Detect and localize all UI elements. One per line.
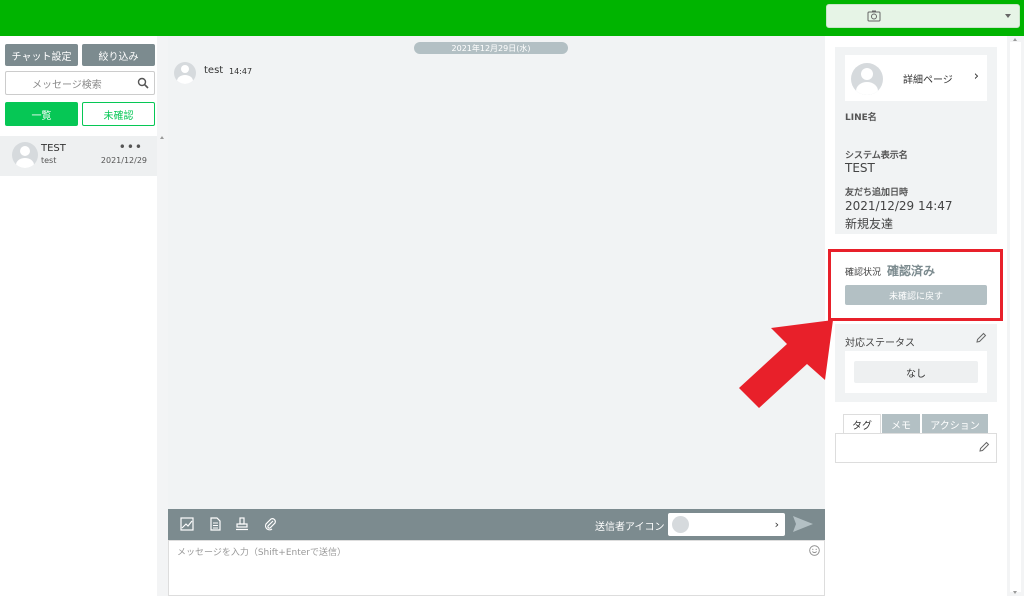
caret-down-icon (1005, 14, 1011, 18)
top-bar (0, 0, 1024, 36)
avatar (174, 62, 196, 84)
tab-all[interactable]: 一覧 (5, 102, 78, 126)
line-name-label: LINE名 (845, 113, 877, 123)
tag-panel (835, 433, 997, 463)
tab-memo[interactable]: メモ (882, 414, 920, 434)
message-input[interactable]: メッセージを入力（Shift+Enterで送信） (168, 540, 825, 596)
right-scrollbar[interactable] (1007, 36, 1024, 596)
user-name: TEST (41, 143, 66, 154)
scroll-down-icon[interactable] (1013, 591, 1017, 594)
avatar (851, 63, 883, 95)
scrollbar-thumb[interactable] (1010, 42, 1021, 592)
response-status-box: なし (845, 351, 987, 393)
sender-icon-select[interactable]: › (668, 513, 785, 536)
response-status-card: 対応ステータス なし (835, 324, 997, 402)
user-date: 2021/12/29 (100, 156, 147, 165)
system-name-value: TEST (845, 161, 875, 175)
friend-type: 新規友達 (845, 217, 894, 231)
response-status-value[interactable]: なし (854, 361, 978, 383)
account-select[interactable] (826, 4, 1020, 28)
profile-card: 詳細ページ › LINE名 システム表示名 TEST 友だち追加日時 2021/… (835, 47, 997, 234)
avatar (672, 516, 689, 533)
tab-action[interactable]: アクション (922, 414, 988, 434)
message-sender: test (204, 65, 224, 76)
more-menu-icon[interactable]: ••• (119, 140, 143, 154)
highlight-box (828, 249, 1003, 321)
image-icon[interactable] (180, 517, 194, 531)
user-subtitle: test (41, 156, 57, 165)
filter-button[interactable]: 絞り込み (82, 44, 155, 66)
detail-page-link[interactable]: 詳細ページ › (845, 55, 987, 101)
added-date-value: 2021/12/29 14:47 (845, 199, 953, 213)
send-icon[interactable] (792, 515, 814, 533)
system-name-label: システム表示名 (845, 151, 908, 161)
chat-area: 2021年12月29日(水) test 14:47 (168, 36, 825, 509)
emoji-icon[interactable] (809, 545, 820, 556)
avatar (12, 142, 38, 168)
tab-unread[interactable]: 未確認 (82, 102, 155, 126)
composer-toolbar: 送信者アイコン › (168, 509, 825, 540)
message-input-placeholder: メッセージを入力（Shift+Enterで送信） (177, 548, 346, 558)
stamp-icon[interactable] (235, 517, 249, 531)
response-status-title: 対応ステータス (845, 338, 915, 349)
search-icon[interactable] (137, 77, 149, 89)
chat-settings-button[interactable]: チャット設定 (5, 44, 78, 66)
user-list-item[interactable]: TEST test 2021/12/29 ••• (0, 136, 157, 176)
scroll-up-icon[interactable] (1013, 38, 1017, 41)
info-tabs: タグ メモ アクション (835, 414, 997, 434)
attachment-icon[interactable] (263, 517, 277, 531)
tab-tag[interactable]: タグ (843, 414, 881, 434)
pointer-arrow-icon (739, 320, 833, 408)
search-placeholder: メッセージ検索 (32, 79, 102, 91)
added-date-label: 友だち追加日時 (845, 188, 909, 198)
pencil-icon[interactable] (978, 441, 990, 453)
message-search-input[interactable]: メッセージ検索 (5, 71, 155, 95)
template-icon[interactable] (208, 517, 222, 531)
detail-page-label: 詳細ページ (903, 75, 953, 86)
chevron-right-icon: › (774, 518, 779, 531)
left-scrollbar[interactable] (157, 36, 168, 596)
chevron-right-icon: › (973, 69, 979, 84)
sender-icon-label: 送信者アイコン (595, 522, 665, 533)
scroll-up-icon[interactable] (160, 136, 164, 139)
date-separator: 2021年12月29日(水) (414, 42, 568, 54)
left-panel: チャット設定 絞り込み メッセージ検索 一覧 未確認 TEST test 202… (0, 36, 157, 596)
message-time: 14:47 (229, 67, 253, 76)
camera-icon (867, 10, 881, 22)
pencil-icon[interactable] (975, 332, 987, 344)
